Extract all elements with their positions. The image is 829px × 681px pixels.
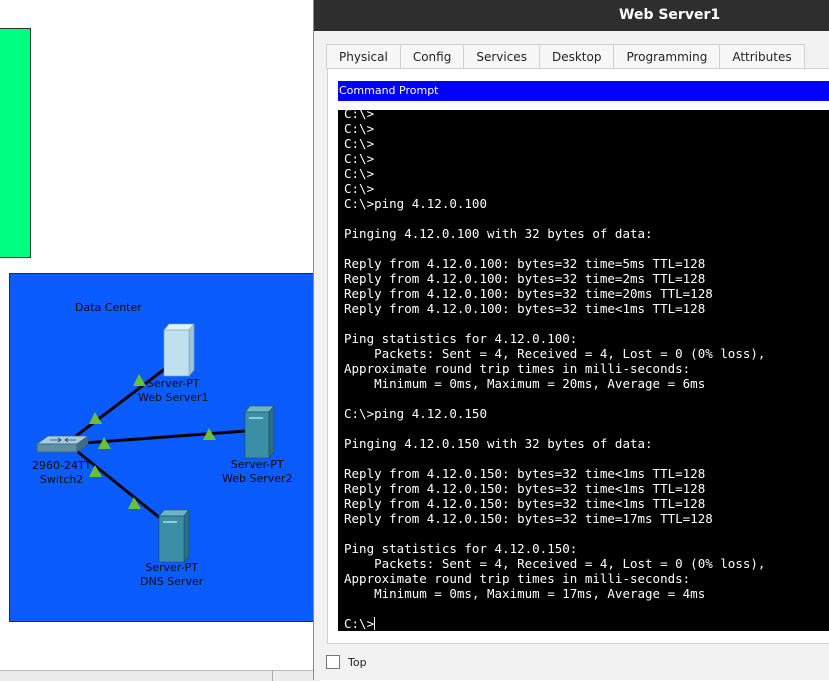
terminal-output: C:\> C:\> C:\> C:\> C:\> C:\> C:\>ping 4…	[344, 110, 765, 631]
top-checkbox-row[interactable]: Top	[326, 654, 367, 670]
tab-desktop[interactable]: Desktop	[538, 44, 615, 71]
server-dns-icon	[158, 509, 190, 563]
canvas-bottom-bar	[0, 670, 320, 681]
server-web2-icon	[244, 405, 275, 459]
tab-attributes[interactable]: Attributes	[719, 44, 805, 69]
tab-physical[interactable]: Physical	[326, 44, 401, 69]
switch-device-label[interactable]: 2960-24TT Switch2	[32, 459, 91, 487]
device-name-label: Web Server2	[222, 472, 293, 485]
web2-device-label[interactable]: Server-PT Web Server2	[222, 458, 293, 486]
device-name-label: DNS Server	[140, 575, 204, 588]
top-checkbox-label: Top	[348, 655, 367, 669]
top-checkbox[interactable]	[326, 655, 340, 669]
device-type-label: Server-PT	[146, 377, 200, 390]
tab-services[interactable]: Services	[463, 44, 540, 69]
desktop-tab-panel: Command Prompt C:\> C:\> C:\> C:\> C:\> …	[327, 68, 829, 644]
device-name-label: Web Server1	[138, 391, 209, 404]
tab-bar: Physical Config Services Desktop Program…	[326, 44, 805, 71]
dialog-title: Web Server1	[619, 7, 721, 23]
link-switch-web2	[83, 429, 247, 445]
device-type-label: Server-PT	[145, 561, 198, 574]
server-web1-icon	[163, 323, 195, 377]
device-dialog[interactable]: Web Server1 Physical Config Services Des…	[313, 0, 829, 680]
dialog-titlebar[interactable]: Web Server1	[314, 0, 829, 31]
data-center-label: Data Center	[75, 301, 142, 314]
switch-icon	[35, 435, 90, 453]
command-prompt-terminal[interactable]: C:\> C:\> C:\> C:\> C:\> C:\> C:\>ping 4…	[338, 110, 829, 631]
dns-device-label[interactable]: Server-PT DNS Server	[140, 561, 203, 589]
web1-device-label[interactable]: Server-PT Web Server1	[138, 377, 209, 405]
command-prompt-header: Command Prompt	[338, 81, 829, 101]
tab-programming[interactable]: Programming	[613, 44, 721, 69]
device-name-label: Switch2	[39, 473, 84, 486]
terminal-prompt: C:\>	[344, 616, 375, 631]
tab-config[interactable]: Config	[399, 44, 465, 69]
text-cursor	[374, 617, 376, 630]
device-type-label: Server-PT	[230, 458, 284, 471]
terminal-history: C:\> C:\> C:\> C:\> C:\> C:\> C:\>ping 4…	[344, 110, 766, 601]
device-type-label: 2960-24TT	[32, 459, 92, 472]
